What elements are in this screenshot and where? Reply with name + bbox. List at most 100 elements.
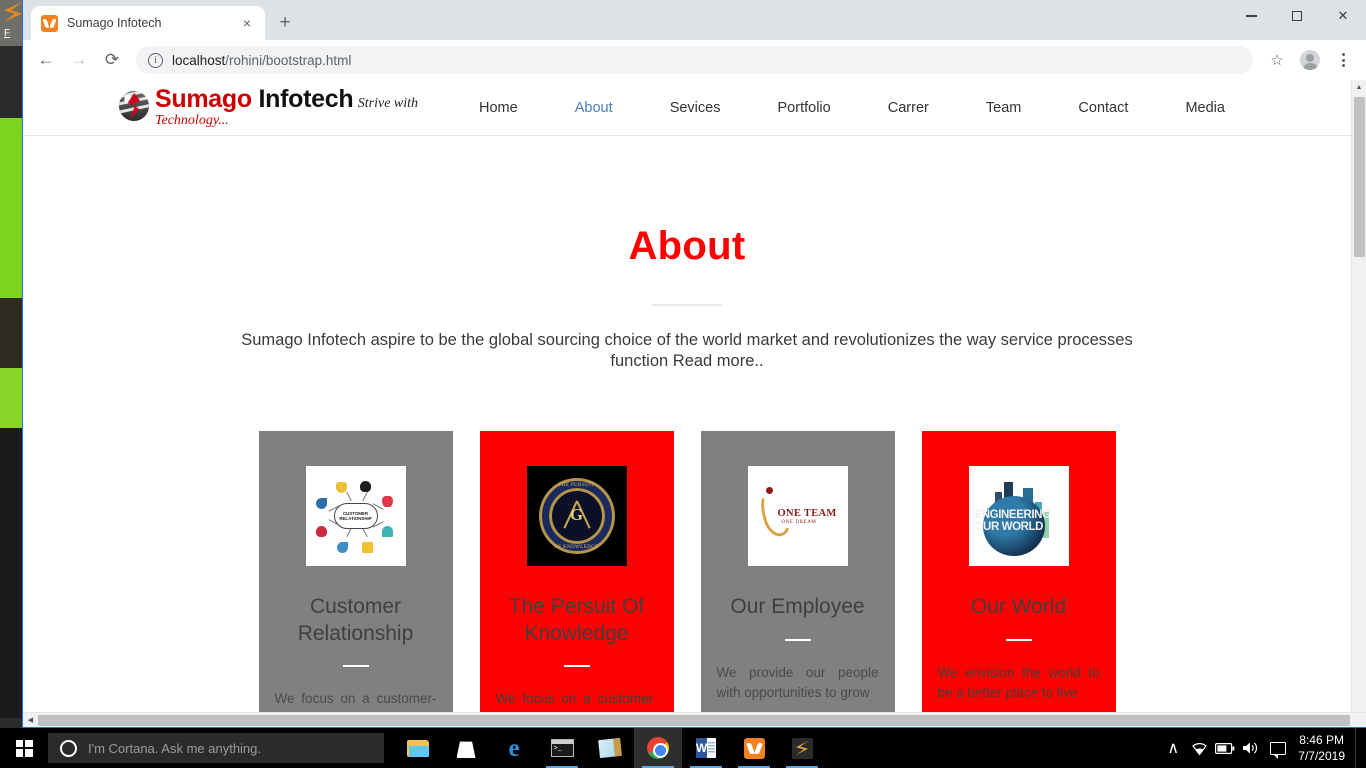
logo-caption: ONE TEAM: [777, 508, 837, 520]
nav-item-portfolio[interactable]: Portfolio: [778, 100, 831, 116]
maximize-button[interactable]: [1274, 0, 1320, 32]
globe-caption: ENGINEERING: [974, 509, 1052, 522]
vertical-scrollbar[interactable]: ▲: [1351, 80, 1366, 712]
window-controls: ✕: [1228, 0, 1366, 32]
card-image: ENGINEERING OUR WORLD: [968, 466, 1069, 567]
browser-toolbar: ← → ⟳ i localhost/rohini/bootstrap.html …: [23, 40, 1366, 80]
taskbar-microsoft-word[interactable]: [682, 728, 730, 768]
wifi-glyph: [1191, 742, 1207, 755]
nav-item-about[interactable]: About: [575, 100, 613, 116]
logo-wordmark: Sumago Infotech: [155, 85, 354, 113]
clock-date: 7/7/2019: [1298, 749, 1345, 763]
title-divider: [652, 304, 722, 306]
close-tab-icon[interactable]: ×: [239, 15, 255, 31]
reload-button[interactable]: ⟳: [97, 45, 127, 75]
nav-item-contact[interactable]: Contact: [1078, 100, 1128, 116]
new-tab-button[interactable]: +: [271, 9, 299, 37]
xampp-favicon-icon: [41, 14, 58, 32]
horizontal-scrollbar-thumb[interactable]: [38, 714, 1350, 726]
system-tray: ∧ 8:46 PM 7/7/2019: [1160, 728, 1366, 768]
bookmark-star-icon[interactable]: ☆: [1262, 45, 1292, 75]
taskbar-google-chrome[interactable]: [634, 728, 682, 768]
card-title: Customer Relationship: [297, 595, 414, 645]
url-path: /rohini/bootstrap.html: [225, 52, 352, 68]
emblem-letter: G: [569, 505, 584, 525]
taskbar-file-explorer[interactable]: [394, 728, 442, 768]
nav-item-media[interactable]: Media: [1185, 100, 1225, 116]
scroll-up-arrow-icon[interactable]: ▲: [1352, 80, 1366, 95]
card-body-text: We envision the world to be a better pla…: [937, 664, 1100, 701]
cortana-placeholder: I'm Cortana. Ask me anything.: [88, 740, 262, 756]
windows-taskbar: I'm Cortana. Ask me anything. e ∧ 8:46 P…: [0, 728, 1366, 768]
card-divider: [342, 664, 369, 667]
card-image: ONE TEAM ONE DREAM: [747, 466, 848, 567]
card-the-persuit-of-knowledge[interactable]: THE PURSUIT G OF KNOWLEDGE The Persuit O…: [479, 431, 674, 712]
chrome-icon: [647, 737, 669, 759]
taskbar-sublime-text[interactable]: [778, 728, 826, 768]
site-info-icon[interactable]: i: [148, 52, 163, 68]
forward-button[interactable]: →: [64, 45, 94, 75]
action-center-button[interactable]: [1264, 728, 1292, 768]
card-customer-relationship[interactable]: CUSTOMER RELATIONSHIP Customer Relations…: [258, 431, 453, 712]
engineering-our-world-globe-icon: ENGINEERING OUR WORLD: [968, 466, 1069, 567]
show-hidden-icons-button[interactable]: ∧: [1160, 728, 1186, 768]
site-header: Sumago Infotech Strive with Technology..…: [23, 80, 1351, 136]
taskbar-clock[interactable]: 8:46 PM 7/7/2019: [1292, 732, 1355, 764]
desktop-wallpaper-stripe: [0, 428, 22, 718]
emblem-caption-bottom: OF KNOWLEDGE: [554, 544, 599, 550]
cortana-icon: [60, 739, 77, 757]
battery-icon[interactable]: [1212, 728, 1238, 768]
minimize-button[interactable]: [1228, 0, 1274, 32]
mindmap-center-label: CUSTOMER RELATIONSHIP: [333, 503, 378, 530]
taskbar-sticky-notes[interactable]: [586, 728, 634, 768]
start-button[interactable]: [0, 728, 48, 768]
desktop-wallpaper-stripe: [0, 118, 22, 298]
taskbar-microsoft-edge[interactable]: e: [490, 728, 538, 768]
card-title: Our World: [970, 595, 1067, 619]
wifi-icon[interactable]: [1186, 728, 1212, 768]
tab-title: Sumago Infotech: [67, 16, 162, 30]
nav-item-home[interactable]: Home: [479, 100, 518, 116]
card-our-world[interactable]: ENGINEERING OUR WORLD Our World We envis…: [921, 431, 1116, 712]
nav-item-sevices[interactable]: Sevices: [670, 100, 721, 116]
one-team-one-dream-logo-icon: ONE TEAM ONE DREAM: [752, 481, 844, 551]
customer-relationship-mindmap-icon: CUSTOMER RELATIONSHIP: [310, 470, 402, 562]
address-bar[interactable]: i localhost/rohini/bootstrap.html: [136, 46, 1253, 74]
volume-glyph: [1243, 742, 1258, 754]
browser-tab[interactable]: Sumago Infotech ×: [31, 6, 265, 40]
chrome-menu-icon[interactable]: [1328, 45, 1358, 75]
globe-logo-icon: [119, 91, 149, 121]
logo-caption-sub: ONE DREAM: [781, 520, 817, 526]
tagline-part-2: Technology...: [155, 113, 229, 128]
vertical-scrollbar-thumb[interactable]: [1354, 97, 1365, 257]
nav-item-team[interactable]: Team: [986, 100, 1021, 116]
back-button[interactable]: ←: [31, 45, 61, 75]
nav-item-carrer[interactable]: Carrer: [888, 100, 929, 116]
show-desktop-button[interactable]: [1355, 728, 1360, 768]
desktop-wallpaper-stripe: [0, 298, 22, 368]
chrome-browser-window: Sumago Infotech × + ✕ ← → ⟳ i localhost/…: [22, 0, 1366, 728]
card-our-employee[interactable]: ONE TEAM ONE DREAM Our Employee We provi…: [700, 431, 895, 712]
taskbar-xampp[interactable]: [730, 728, 778, 768]
clock-time: 8:46 PM: [1299, 732, 1344, 747]
card-title: Our Employee: [730, 595, 865, 619]
volume-icon[interactable]: [1238, 728, 1264, 768]
horizontal-scrollbar[interactable]: ◀: [23, 712, 1366, 727]
url-text: localhost/rohini/bootstrap.html: [172, 53, 351, 68]
card-divider: [1005, 638, 1032, 641]
main-navigation: Home About Sevices Portfolio Carrer Team…: [449, 100, 1351, 116]
file-explorer-icon: [407, 739, 429, 757]
close-window-button[interactable]: ✕: [1320, 0, 1366, 32]
cortana-search-box[interactable]: I'm Cortana. Ask me anything.: [48, 733, 384, 763]
profile-avatar-icon[interactable]: [1295, 45, 1325, 75]
taskbar-microsoft-store[interactable]: [442, 728, 490, 768]
tab-strip: Sumago Infotech × + ✕: [23, 0, 1366, 40]
card-image: CUSTOMER RELATIONSHIP: [305, 466, 406, 567]
site-logo[interactable]: Sumago Infotech Strive with Technology..…: [119, 87, 449, 128]
command-prompt-icon: [550, 739, 574, 757]
card-divider: [563, 664, 590, 667]
page-viewport: Sumago Infotech Strive with Technology..…: [23, 80, 1366, 727]
scroll-left-arrow-icon[interactable]: ◀: [23, 716, 38, 724]
taskbar-command-prompt[interactable]: [538, 728, 586, 768]
about-lead-text: Sumago Infotech aspire to be the global …: [241, 331, 1133, 370]
